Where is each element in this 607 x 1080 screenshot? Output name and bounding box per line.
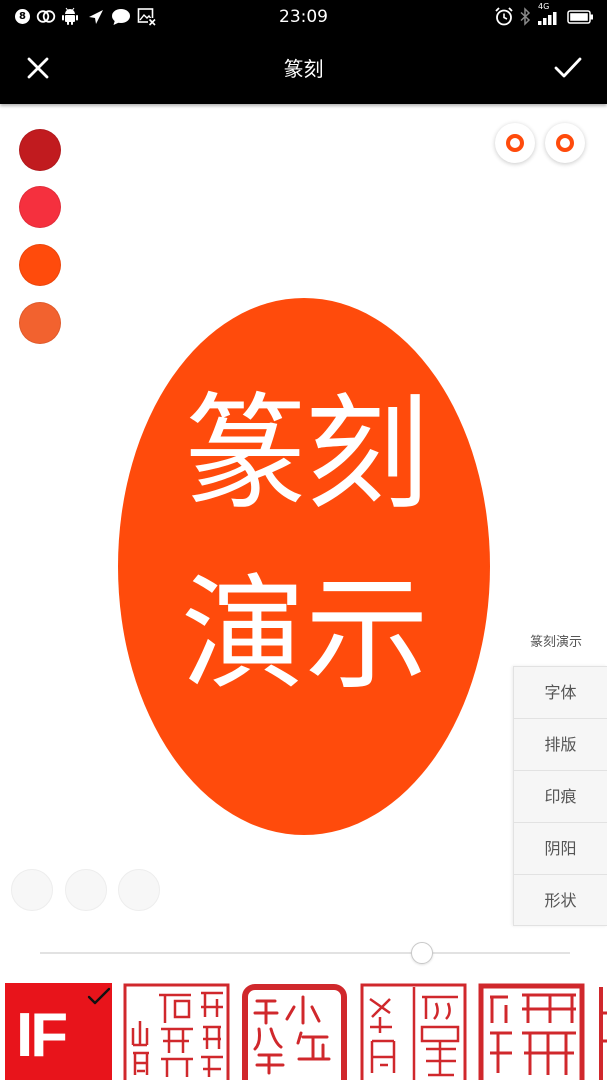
seal-style-thumb-4[interactable] xyxy=(360,983,467,1080)
ring-button-1[interactable] xyxy=(495,123,535,163)
tool-button-3[interactable] xyxy=(118,869,160,911)
seal-image xyxy=(123,983,230,1080)
seal-style-thumb-1[interactable]: IF xyxy=(5,983,112,1080)
check-icon xyxy=(554,57,582,78)
option-menu: 字体 排版 印痕 阴阳 形状 xyxy=(513,666,607,926)
seal-style-strip: IF xyxy=(0,983,607,1080)
menu-item-imprint[interactable]: 印痕 xyxy=(513,770,607,822)
status-bar: 8 23:09 4G xyxy=(0,0,607,34)
menu-item-font[interactable]: 字体 xyxy=(513,666,607,718)
seal-preview-oval: 篆 刻 演 示 xyxy=(118,298,490,835)
network-type-label: 4G xyxy=(538,2,550,11)
close-icon xyxy=(27,57,49,79)
seal-image xyxy=(478,983,585,1080)
status-time: 23:09 xyxy=(279,7,328,27)
page-title: 篆刻 xyxy=(283,57,324,81)
confirm-button[interactable] xyxy=(552,52,584,84)
bluetooth-icon xyxy=(520,7,531,26)
color-swatch-red[interactable] xyxy=(19,186,61,228)
ring-icon xyxy=(506,134,524,152)
color-swatch-orange[interactable] xyxy=(19,302,61,344)
seal-style-thumb-5[interactable] xyxy=(478,983,585,1080)
seal-image xyxy=(360,983,467,1080)
size-slider[interactable] xyxy=(40,942,570,964)
alarm-icon xyxy=(495,7,513,26)
battery-icon xyxy=(567,10,593,24)
ring-icon xyxy=(556,134,574,152)
seal-image xyxy=(242,984,347,1080)
menu-item-shape[interactable]: 形状 xyxy=(513,874,607,926)
logo-text: IF xyxy=(16,1001,68,1070)
signal-icon xyxy=(538,12,557,25)
seal-image xyxy=(599,987,607,1080)
seal-style-thumb-2[interactable] xyxy=(123,983,230,1080)
menu-item-yin-yang[interactable]: 阴阳 xyxy=(513,822,607,874)
menu-item-layout[interactable]: 排版 xyxy=(513,718,607,770)
slider-thumb[interactable] xyxy=(410,942,433,964)
seal-style-thumb-6[interactable] xyxy=(597,983,607,1080)
seal-style-thumb-3[interactable] xyxy=(241,983,348,1080)
tool-button-1[interactable] xyxy=(11,869,53,911)
menu-title: 篆刻演示 xyxy=(529,635,582,650)
close-button[interactable] xyxy=(22,52,54,84)
seal-char: 篆 xyxy=(182,383,307,527)
app-header: 篆刻 xyxy=(0,34,607,104)
seal-char: 刻 xyxy=(304,383,429,527)
color-swatch-orange-red[interactable] xyxy=(19,244,61,286)
tool-button-2[interactable] xyxy=(65,869,107,911)
seal-char: 示 xyxy=(304,563,429,707)
ring-button-2[interactable] xyxy=(545,123,585,163)
selected-check-icon xyxy=(87,987,111,1005)
color-swatch-dark-red[interactable] xyxy=(19,129,61,171)
seal-char: 演 xyxy=(180,563,305,707)
